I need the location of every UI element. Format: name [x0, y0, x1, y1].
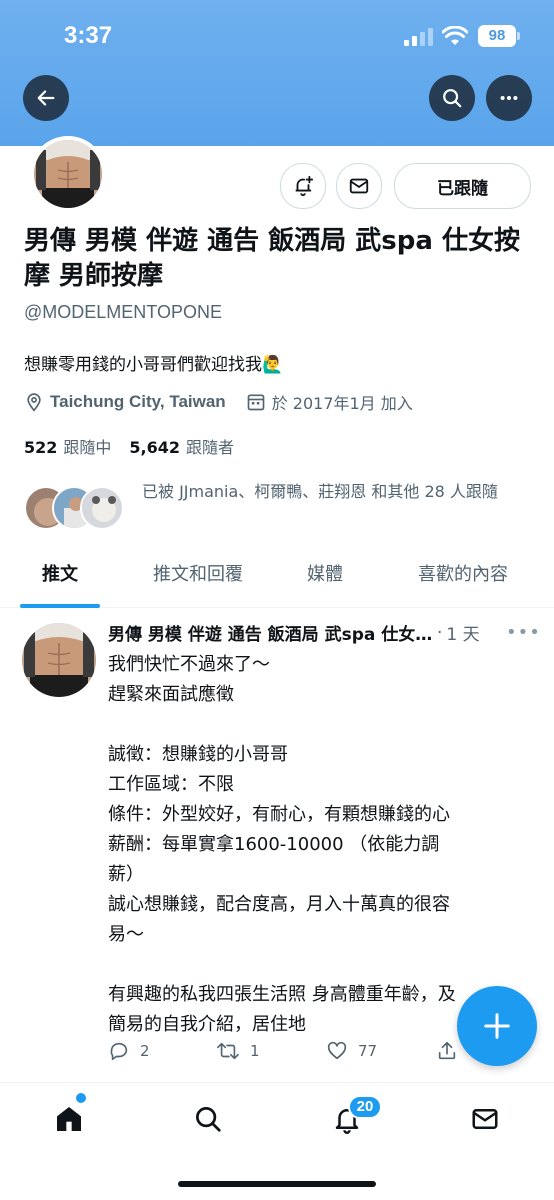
search-icon: [196, 1107, 221, 1132]
profile-bio: 想賺零用錢的小哥哥們歡迎找我🙋‍♂️: [24, 355, 284, 375]
search-icon: [443, 89, 462, 108]
bell-plus-icon: [295, 175, 314, 197]
active-tab-indicator: [20, 604, 100, 608]
tweet-actions: 2 1 77: [108, 1040, 468, 1068]
tweet-header: 男傳 男模 伴遊 通告 飯酒局 武spa 仕女按摩 男師按摩 · 1 天: [108, 620, 528, 646]
tweet-line: 薪）: [108, 864, 144, 885]
tab-label: 推文: [42, 564, 78, 585]
joined-text: 於 2017年1月 加入: [271, 394, 413, 413]
nav-home[interactable]: [51, 1101, 87, 1137]
tweet-line: 薪酬：每單實拿1600-10000 （依能力調: [108, 834, 440, 855]
followers-label: 跟隨者: [186, 438, 235, 457]
profile-handle: @MODELMENTOPONE: [24, 302, 222, 322]
like-button[interactable]: 77: [326, 1040, 377, 1062]
heart-icon: [327, 1041, 347, 1060]
nav-search[interactable]: [190, 1101, 226, 1137]
plus-icon: [484, 1013, 510, 1039]
location-text: Taichung City, Taiwan: [50, 392, 226, 411]
tweet-more-icon[interactable]: •••: [506, 622, 541, 643]
followed-by-row[interactable]: 已被 JJmania、柯爾鴨、莊翔恩 和其他 28 人跟隨: [24, 478, 534, 534]
signal-icon: [404, 28, 433, 46]
following-label: 跟隨中: [63, 438, 112, 457]
battery-tip: [517, 32, 520, 40]
tweet-line: [108, 710, 528, 740]
notifications-toggle-button[interactable]: [280, 163, 326, 209]
following-count-link[interactable]: 522 跟隨中: [24, 434, 111, 458]
message-button[interactable]: [336, 163, 382, 209]
retweet-icon: [217, 1042, 239, 1060]
tweet-line: 誠心想賺錢，配合度高，月入十萬真的很容: [108, 894, 450, 915]
home-icon: [57, 1107, 81, 1131]
reply-button[interactable]: 2: [108, 1040, 150, 1062]
tweet-line: 易～: [108, 924, 144, 945]
tab-label: 推文和回覆: [153, 564, 243, 585]
tab-tweets-and-replies[interactable]: 推文和回覆: [130, 552, 266, 608]
arrow-left-icon: [37, 90, 55, 106]
tab-tweets[interactable]: 推文: [20, 552, 100, 608]
home-unread-dot: [76, 1093, 86, 1103]
tweet-line: [108, 950, 528, 980]
tab-media[interactable]: 媒體: [290, 552, 360, 608]
tweet-author-name[interactable]: 男傳 男模 伴遊 通告 飯酒局 武spa 仕女按摩 男師按摩: [108, 620, 433, 645]
profile-display-name: 男傳 男模 伴遊 通告 飯酒局 武spa 仕女按摩 男師按摩: [24, 226, 520, 291]
tweet-line: 誠徵：想賺錢的小哥哥: [108, 744, 288, 765]
reply-icon: [110, 1042, 128, 1061]
tweet-author-avatar[interactable]: [22, 623, 96, 697]
followers-count: 5,642: [129, 438, 181, 457]
profile-avatar[interactable]: [30, 136, 106, 212]
location-pin-icon: [27, 393, 41, 412]
battery-indicator: 98: [478, 25, 516, 47]
retweet-count: 1: [250, 1042, 260, 1060]
avatar-image: [34, 140, 102, 208]
retweet-button[interactable]: 1: [216, 1040, 260, 1062]
tweet-text[interactable]: 我們快忙不過來了～ 趕緊來面試應徵 誠徵：想賺錢的小哥哥 工作區域：不限 條件：…: [108, 650, 528, 1040]
more-dots-icon: [500, 95, 518, 101]
follower-avatar: [80, 486, 124, 530]
like-count: 77: [358, 1042, 378, 1060]
tweet-line: 趕緊來面試應徵: [108, 684, 234, 705]
compose-tweet-button[interactable]: [457, 986, 537, 1066]
profile-joined: 於 2017年1月 加入: [246, 390, 413, 414]
envelope-icon: [472, 1109, 498, 1129]
search-button[interactable]: [429, 75, 475, 121]
separator-dot: ·: [437, 622, 443, 643]
share-button[interactable]: [436, 1040, 458, 1062]
following-button[interactable]: 已跟隨: [394, 163, 531, 209]
follow-counts: 522 跟隨中 5,642 跟隨者: [24, 434, 252, 458]
tab-label: 喜歡的內容: [418, 564, 508, 585]
envelope-icon: [349, 178, 369, 194]
following-count: 522: [24, 438, 58, 457]
tweet-time[interactable]: 1 天: [446, 620, 479, 645]
back-button[interactable]: [23, 75, 69, 121]
profile-tabs: 推文 推文和回覆 媒體 喜歡的內容: [0, 552, 554, 608]
profile-meta: Taichung City, Taiwan 於 2017年1月 加入: [24, 391, 433, 413]
tweet-line: 工作區域：不限: [108, 774, 234, 795]
share-icon: [438, 1041, 456, 1060]
more-options-button[interactable]: [486, 75, 532, 121]
followed-by-text: 已被 JJmania、柯爾鴨、莊翔恩 和其他 28 人跟隨: [142, 482, 498, 501]
profile-location: Taichung City, Taiwan: [24, 392, 226, 412]
tab-likes[interactable]: 喜歡的內容: [400, 552, 526, 608]
tweet-line: 條件：外型姣好，有耐心，有顆想賺錢的心: [108, 804, 450, 825]
calendar-icon: [247, 394, 265, 411]
home-indicator[interactable]: [178, 1181, 376, 1187]
reply-count: 2: [140, 1042, 150, 1060]
nav-messages[interactable]: [467, 1101, 503, 1137]
tweet-line: 我們快忙不過來了～: [108, 654, 270, 675]
status-bar: 3:37 98: [0, 22, 554, 54]
followers-count-link[interactable]: 5,642 跟隨者: [129, 434, 234, 458]
wifi-icon: [442, 26, 468, 45]
status-time: 3:37: [64, 22, 113, 49]
notification-badge: 20: [348, 1095, 382, 1119]
tab-label: 媒體: [307, 564, 343, 585]
